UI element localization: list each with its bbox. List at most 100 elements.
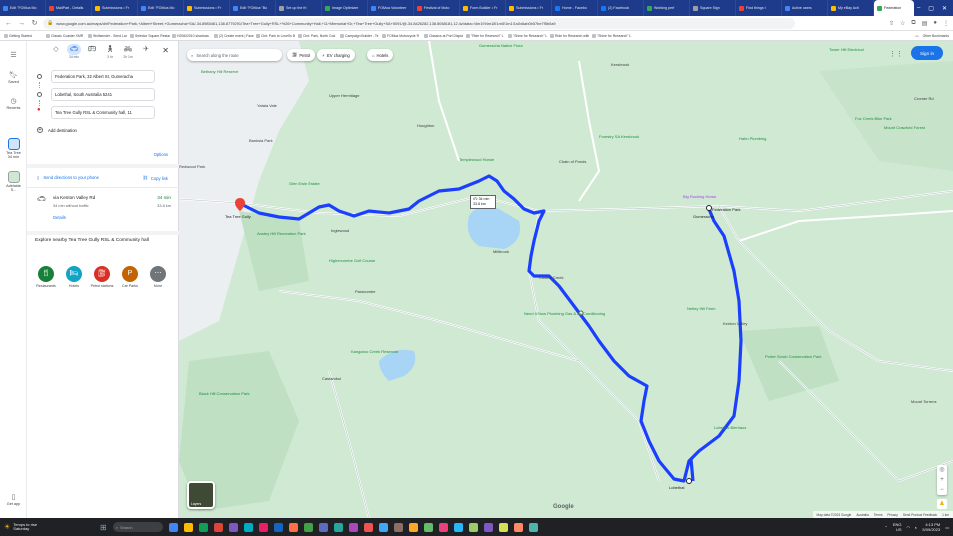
app-icon[interactable] [513, 522, 523, 532]
language-indicator[interactable]: ENG US [893, 522, 902, 532]
options-button[interactable]: Options [154, 152, 168, 157]
browser-tab[interactable]: Home - Facebo [552, 0, 598, 16]
travel-mode-car[interactable]: 🚗︎ 34 min [67, 44, 81, 59]
app-icon[interactable] [243, 522, 253, 532]
browser-tab[interactable]: Submissions • Fr [506, 0, 552, 16]
waypoint-input-1[interactable]: Federation Park, 32 Albert St, Gumeracha [51, 70, 155, 83]
sidebar-icon[interactable]: ▤ [922, 20, 928, 27]
app-icon[interactable] [348, 522, 358, 532]
map-label[interactable]: Highercombe Golf Course [329, 258, 375, 263]
chip-hotels[interactable]: ⌂ Hotels [367, 49, 394, 61]
browser-tab[interactable]: Submissions • Fr [184, 0, 230, 16]
app-icon[interactable] [363, 522, 373, 532]
browser-tab[interactable]: Image Optimizer [322, 0, 368, 16]
attribution-item[interactable]: Terms [874, 513, 883, 517]
origin-marker[interactable] [706, 205, 712, 211]
app-icon[interactable] [453, 522, 463, 532]
bookmark-item[interactable]: Getting Started [4, 33, 44, 38]
browser-tab[interactable]: My eBay Acti [828, 0, 874, 16]
travel-mode-walk[interactable]: 🚶︎ 3 hr [103, 44, 117, 59]
weather-widget[interactable]: ☀ Temps to rise Saturday [0, 522, 70, 532]
layers-button[interactable]: Layers [187, 481, 215, 509]
app-icon[interactable] [393, 522, 403, 532]
app-icon[interactable] [258, 522, 268, 532]
extensions-icon[interactable]: ⧉ [911, 20, 915, 27]
map-label[interactable]: Gumeracha Native Flora [479, 43, 523, 48]
app-icon[interactable] [498, 522, 508, 532]
browser-tab[interactable]: Form Builder • Fr [460, 0, 506, 16]
bookmark-item[interactable]: Selector Square Restau [130, 33, 170, 38]
app-icon[interactable] [333, 522, 343, 532]
app-icon[interactable] [483, 522, 493, 532]
attribution-item[interactable]: Send Product Feedback [903, 513, 937, 517]
app-icon[interactable] [468, 522, 478, 532]
app-icon[interactable] [423, 522, 433, 532]
forward-icon[interactable]: → [17, 20, 26, 27]
map-label[interactable]: Lobethal Bierhaus [714, 425, 746, 430]
route-duration-callout[interactable]: 🚗︎ 34 min 33.8 km [470, 195, 496, 209]
travel-mode-plane[interactable]: ✈︎ [139, 44, 153, 55]
nearby-car-parks[interactable]: P Car Parks [117, 266, 143, 288]
map-label[interactable]: Kangaroo Creek Reservoir [351, 349, 398, 354]
google-apps-icon[interactable]: ⋮⋮ [889, 50, 903, 58]
chip-ev-charging[interactable]: ⚡︎ EV charging [317, 49, 355, 61]
bookmark-item[interactable]: Clnt: Park, North Cod [298, 33, 338, 38]
app-icon[interactable] [228, 522, 238, 532]
search-along-route-input[interactable]: ⌕ Search along the route [187, 49, 282, 61]
back-icon[interactable]: ← [4, 20, 13, 27]
notifications-icon[interactable]: ▭ [945, 525, 949, 530]
recent-adelaide[interactable]: Adelaide S... [0, 171, 27, 192]
bookmark-item[interactable]: Campaign Builder - Te [340, 33, 380, 38]
bookmark-item[interactable]: "Shine for Research" L [592, 33, 632, 38]
browser-tab[interactable]: Submissions • Fr [92, 0, 138, 16]
share-icon[interactable]: ⇧ [889, 20, 894, 27]
map-canvas[interactable]: 🚗︎ 34 min 33.8 km Yatala Vale Banksia Par… [179, 41, 953, 518]
map-label[interactable]: Need It Now Plumbing Gas & Air Condition… [524, 311, 605, 316]
maximize-icon[interactable]: ▢ [928, 5, 934, 12]
bookmark-item[interactable]: Classic Coaster XMR [46, 33, 86, 38]
app-icon[interactable] [408, 522, 418, 532]
waypoint-input-2[interactable]: Lobethal, South Australia 5241 [51, 88, 155, 101]
app-icon[interactable] [438, 522, 448, 532]
reload-icon[interactable]: ↻ [30, 19, 39, 27]
map-label[interactable]: Netley Hill Farm [687, 306, 715, 311]
map-label[interactable]: Hahn Plumbing [739, 136, 766, 141]
address-bar[interactable]: 🔒 www.google.com.au/maps/dir/Federation+… [43, 17, 795, 29]
nearby-hotels[interactable]: 🛏︎ Hotels [61, 266, 87, 288]
street-view-pegman-icon[interactable]: ♟ [937, 499, 947, 509]
menu-icon[interactable]: ⋮ [943, 20, 949, 27]
send-to-phone-link[interactable]: ▯ Send directions to your phone [37, 175, 99, 180]
app-icon[interactable] [288, 522, 298, 532]
browser-tab[interactable]: Edit "FOMoa "Bo [230, 0, 276, 16]
nearby-petrol-stations[interactable]: ⛽︎ Petrol stations [89, 266, 115, 288]
browser-tab-active[interactable]: Federation [874, 0, 914, 16]
zoom-out-button[interactable]: − [937, 485, 947, 495]
browser-tab[interactable]: Working perf [644, 0, 690, 16]
map-label[interactable]: Mount Crawford Forest [884, 125, 925, 130]
browser-tab[interactable]: Edit "FOMoa Mo [0, 0, 46, 16]
browser-tab[interactable]: Active users [782, 0, 828, 16]
map-label[interactable]: Tower Hill Electrical [829, 47, 864, 52]
sign-in-button[interactable]: Sign in [911, 46, 943, 60]
travel-mode-bus[interactable]: 🚌︎ [85, 44, 99, 55]
bookmark-item[interactable]: Clnt: Park to Lovell's B [256, 33, 296, 38]
browser-tab[interactable]: Set up the fri [276, 0, 322, 16]
bookmark-item[interactable]: FOMoa Motorcycle R [382, 33, 422, 38]
map-label[interactable]: Fox Creek Bike Park [855, 116, 892, 121]
zoom-in-button[interactable]: + [937, 475, 947, 485]
saved-button[interactable]: 🔖︎ Saved [0, 71, 27, 84]
bookmark-item[interactable]: Ride for Research with [550, 33, 590, 38]
compass-icon[interactable]: ◎ [937, 465, 947, 475]
get-app-button[interactable]: ▯ Get app [0, 493, 27, 506]
browser-tab[interactable]: Square Sign [690, 0, 736, 16]
nearby-more[interactable]: ⋯ More [145, 266, 171, 288]
taskbar-search[interactable]: ⌕ Search [112, 522, 163, 532]
system-clock[interactable]: 4:13 PM 5/09/2023 [922, 522, 940, 532]
waypoint-input-3[interactable]: Tea Tree Gully RSL & Community hall, 11 [51, 106, 155, 119]
travel-mode-bike[interactable]: 🚲︎ 2h 1m [121, 44, 135, 59]
app-icon[interactable] [303, 522, 313, 532]
nearby-restaurants[interactable]: 🍴︎ Restaurants [33, 266, 59, 288]
map-label[interactable]: Templewood Horsie [459, 157, 494, 162]
browser-tab[interactable]: (2) Facebook [598, 0, 644, 16]
wifi-icon[interactable]: ◠ [907, 525, 911, 530]
